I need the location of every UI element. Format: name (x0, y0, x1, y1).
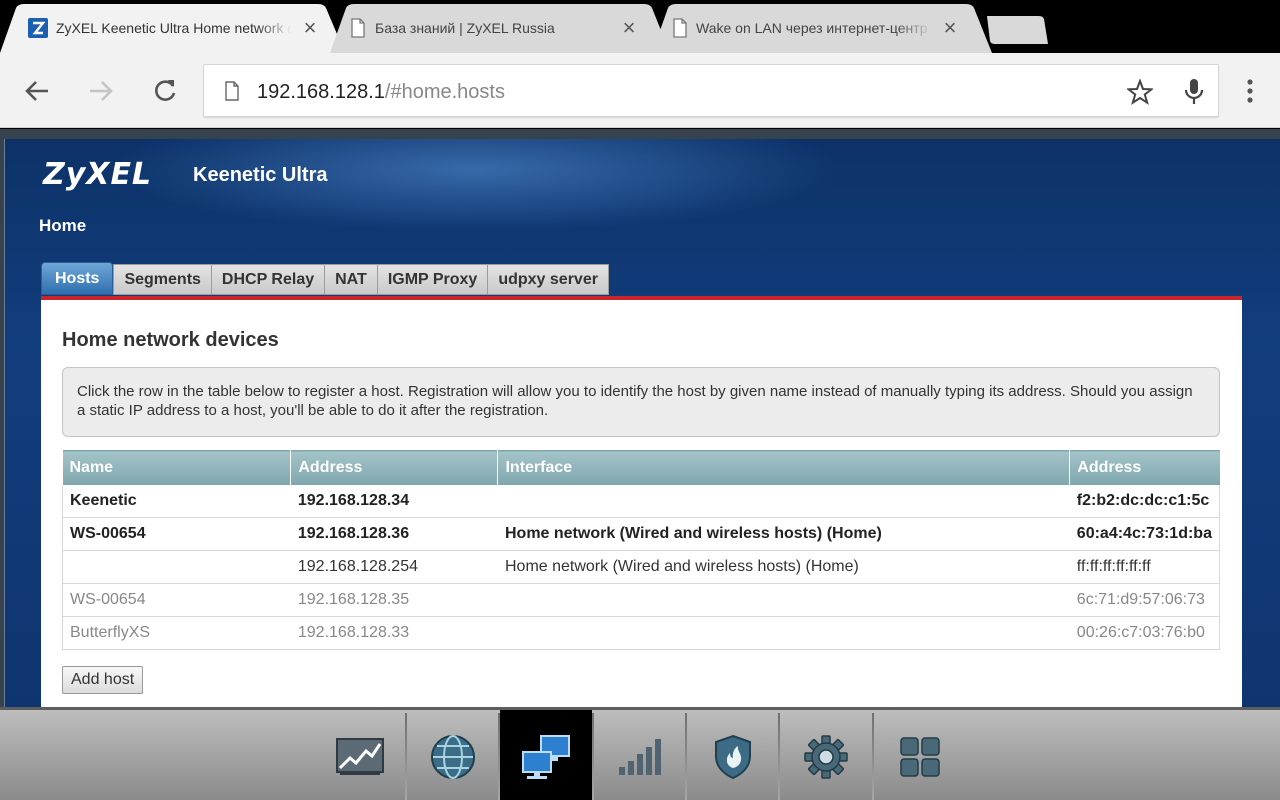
forward-arrow-icon (90, 81, 113, 101)
host-mac: ff:ff:ff:ff:ff:ff (1069, 550, 1220, 584)
device-model: Keenetic Ultra (193, 164, 328, 186)
browser-toolbar: 192.168.128.1/#home.hosts (0, 53, 1280, 128)
column-header-mac-address[interactable]: Address (1069, 450, 1220, 485)
page-icon (225, 81, 239, 101)
host-ip: 192.168.128.254 (290, 550, 498, 584)
table-row[interactable]: Keenetic 192.168.128.34 f2:b2:dc:dc:c1:5… (61, 484, 1220, 518)
host-ip: 192.168.128.35 (290, 583, 498, 617)
close-tab-icon[interactable]: × (617, 16, 641, 40)
security-shield-icon (715, 734, 751, 779)
column-header-name[interactable]: Name (62, 450, 292, 485)
table-row[interactable]: 192.168.128.254 Home network (Wired and … (61, 550, 1220, 584)
forward-button[interactable] (83, 73, 119, 109)
host-ip: 192.168.128.33 (290, 616, 498, 650)
add-host-button[interactable]: Add host (62, 666, 144, 694)
browser-tab-active[interactable]: ZyXEL Keenetic Ultra Home network device… (0, 4, 345, 53)
zyxel-z-favicon (28, 18, 48, 38)
tab-title: ZyXEL Keenetic Ultra Home network device… (56, 20, 292, 36)
tab-segments[interactable]: Segments (113, 264, 212, 295)
info-box: Click the row in the table below to regi… (62, 367, 1220, 437)
host-interface: Home network (Wired and wireless hosts) … (497, 550, 1070, 584)
host-name: Keenetic (61, 484, 291, 518)
dock-internet[interactable] (407, 710, 499, 800)
browser-tab-strip: ZyXEL Keenetic Ultra Home network device… (0, 0, 1280, 53)
home-network-icon (522, 734, 570, 779)
host-mac: 60:a4:4c:73:1d:ba (1069, 517, 1220, 551)
dock-wifi[interactable] (594, 710, 686, 800)
host-interface (497, 583, 1070, 617)
close-tab-icon[interactable]: × (938, 16, 962, 40)
tab-hosts[interactable]: Hosts (41, 262, 114, 295)
host-ip: 192.168.128.34 (290, 484, 498, 518)
section-title: Home (39, 216, 87, 235)
applications-grid-icon (900, 736, 940, 777)
bookmark-star-icon[interactable] (1126, 78, 1154, 106)
host-mac: 6c:71:d9:57:06:73 (1069, 583, 1220, 617)
bottom-dock (0, 707, 1280, 800)
column-header-interface[interactable]: Interface (497, 450, 1071, 485)
section-tabs: Hosts Segments DHCP Relay NAT IGMP Proxy… (41, 262, 609, 295)
system-settings-icon (804, 734, 848, 779)
tab-nat[interactable]: NAT (325, 264, 378, 295)
system-monitor-icon (336, 737, 384, 775)
reload-button[interactable] (147, 73, 183, 109)
table-row[interactable]: WS-00654 192.168.128.36 Home network (Wi… (61, 517, 1220, 551)
url-path: /#home.hosts (384, 81, 505, 103)
tab-udpxy-server[interactable]: udpxy server (488, 264, 609, 295)
url-host: 192.168.128.1 (257, 81, 385, 103)
host-name (61, 550, 291, 584)
dock-home-network[interactable] (500, 710, 592, 800)
column-header-ip-address[interactable]: Address (290, 450, 499, 485)
close-tab-icon[interactable]: × (298, 16, 322, 40)
zyxel-logo: ZyXEL (43, 157, 153, 192)
page-icon (350, 18, 370, 38)
web-page: ZyXEL Keenetic Ultra Home Hosts Segments… (0, 129, 1280, 707)
panel-title: Home network devices (62, 329, 279, 351)
back-arrow-icon (25, 81, 48, 101)
internet-globe-icon (431, 734, 475, 779)
dock-system-monitor[interactable] (314, 710, 406, 800)
tab-title: База знаний | ZyXEL Russia (375, 20, 555, 36)
host-mac: f2:b2:dc:dc:c1:5c (1069, 484, 1220, 518)
table-row[interactable]: ButterflyXS 192.168.128.33 00:26:c7:03:7… (61, 616, 1220, 650)
host-interface (497, 616, 1070, 650)
dock-settings[interactable] (780, 710, 872, 800)
host-mac: 00:26:c7:03:76:b0 (1069, 616, 1220, 650)
browser-tab[interactable]: Wake on LAN через интернет-центр серии K… (652, 4, 992, 53)
wifi-signal-icon (619, 738, 661, 775)
host-interface: Home network (Wired and wireless hosts) … (497, 517, 1070, 551)
back-button[interactable] (19, 73, 55, 109)
host-name: WS-00654 (61, 517, 291, 551)
reload-icon (155, 80, 176, 101)
host-name: WS-00654 (61, 583, 291, 617)
table-row[interactable]: WS-00654 192.168.128.35 6c:71:d9:57:06:7… (61, 583, 1220, 617)
router-ui: ZyXEL Keenetic Ultra Home Hosts Segments… (4, 139, 1280, 707)
new-tab-button[interactable] (985, 16, 1049, 44)
microphone-icon[interactable] (1180, 78, 1208, 106)
content-panel: Home network devices Click the row in th… (41, 300, 1242, 707)
dock-security[interactable] (687, 710, 779, 800)
hosts-table: Name Address Interface Address Keenetic … (61, 450, 1220, 650)
host-ip: 192.168.128.36 (290, 517, 498, 551)
url-text: 192.168.128.1/#home.hosts (257, 80, 505, 104)
page-icon (672, 18, 692, 38)
host-interface (497, 484, 1070, 518)
table-header-row: Name Address Interface Address (62, 450, 1220, 485)
dock-applications[interactable] (874, 710, 966, 800)
host-name: ButterflyXS (61, 616, 291, 650)
tab-igmp-proxy[interactable]: IGMP Proxy (377, 264, 489, 295)
browser-menu-button[interactable] (1232, 73, 1268, 109)
address-bar[interactable]: 192.168.128.1/#home.hosts (203, 64, 1219, 117)
browser-tab[interactable]: База знаний | ZyXEL Russia × (330, 4, 670, 53)
tab-dhcp-relay[interactable]: DHCP Relay (211, 264, 326, 295)
tab-title: Wake on LAN через интернет-центр серии K… (696, 20, 932, 36)
more-vertical-icon (1247, 79, 1253, 103)
